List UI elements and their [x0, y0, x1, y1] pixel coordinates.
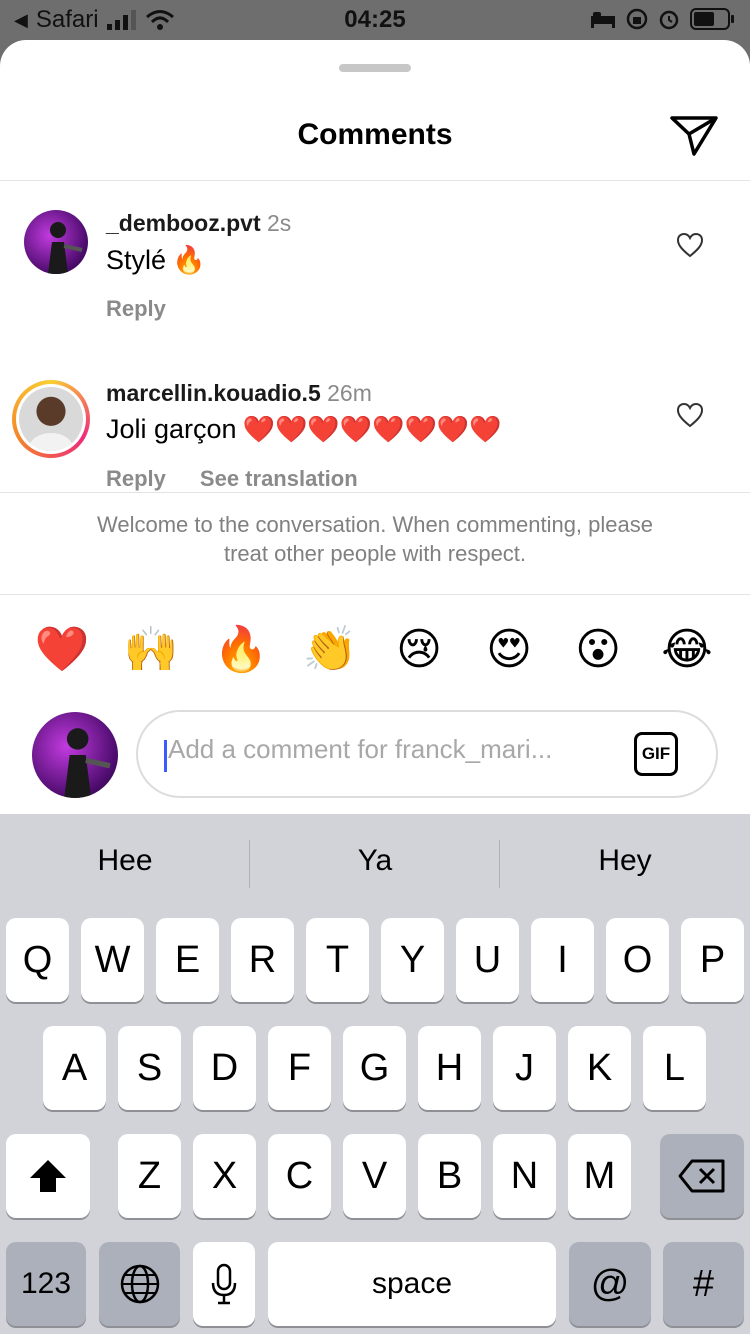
- globe-key[interactable]: [99, 1242, 180, 1326]
- composer-avatar: [32, 712, 118, 798]
- text-cursor: [164, 740, 167, 772]
- key-q[interactable]: Q: [6, 918, 69, 1002]
- avatar-photo: [19, 387, 83, 451]
- keyboard: Hee Ya Hey Q W E R T Y U I O P A S D F G…: [0, 814, 750, 1334]
- quick-emoji-laughing[interactable]: 😂: [657, 620, 717, 680]
- comment-actions: Reply: [106, 296, 166, 322]
- avatar[interactable]: [24, 210, 88, 274]
- orientation-lock-icon: [626, 8, 648, 30]
- quick-emoji-clap[interactable]: 👏: [300, 620, 360, 680]
- delete-key[interactable]: [660, 1134, 744, 1218]
- quick-emoji-heart-eyes[interactable]: 😍: [479, 620, 539, 680]
- welcome-message: Welcome to the conversation. When commen…: [97, 512, 653, 566]
- shift-icon: [30, 1160, 66, 1192]
- key-n[interactable]: N: [493, 1134, 556, 1218]
- quick-emoji-heart[interactable]: ❤️: [32, 620, 92, 680]
- key-c[interactable]: C: [268, 1134, 331, 1218]
- suggestion-item[interactable]: Ya: [250, 844, 500, 878]
- suggestion-item[interactable]: Hee: [0, 844, 250, 878]
- avatar-figure-icon: [48, 222, 83, 274]
- key-g[interactable]: G: [343, 1026, 406, 1110]
- key-i[interactable]: I: [531, 918, 594, 1002]
- key-t[interactable]: T: [306, 918, 369, 1002]
- comment-username[interactable]: marcellin.kouadio.5 26m: [106, 380, 372, 407]
- suggestion-item[interactable]: Hey: [500, 844, 750, 878]
- reply-button[interactable]: Reply: [106, 466, 166, 492]
- space-key[interactable]: space: [268, 1242, 556, 1326]
- sheet-title: Comments: [297, 118, 453, 151]
- welcome-divider: [0, 594, 750, 595]
- quick-emoji-fire[interactable]: 🔥: [211, 620, 271, 680]
- key-f[interactable]: F: [268, 1026, 331, 1110]
- comment-text: Joli garçon ❤️❤️❤️❤️❤️❤️❤️❤️: [106, 414, 502, 444]
- avatar-story-ring[interactable]: [12, 380, 90, 458]
- quick-emoji-raised-hands[interactable]: 🙌: [121, 620, 181, 680]
- status-bar: ◀ Safari 04:25: [0, 0, 750, 40]
- comment-item: _dembooz.pvt 2s Stylé 🔥 Reply: [0, 210, 750, 360]
- comment-time: 2s: [267, 210, 292, 236]
- alarm-icon: [659, 10, 679, 30]
- comment-text: Stylé 🔥: [106, 244, 206, 276]
- avatar-shirt: [29, 433, 73, 451]
- heart-icon[interactable]: [676, 232, 704, 258]
- key-k[interactable]: K: [568, 1026, 631, 1110]
- key-p[interactable]: P: [681, 918, 744, 1002]
- key-m[interactable]: M: [568, 1134, 631, 1218]
- microphone-icon: [211, 1263, 237, 1305]
- key-a[interactable]: A: [43, 1026, 106, 1110]
- share-icon[interactable]: [668, 112, 720, 160]
- key-u[interactable]: U: [456, 918, 519, 1002]
- key-v[interactable]: V: [343, 1134, 406, 1218]
- numbers-key[interactable]: 123: [6, 1242, 86, 1326]
- shift-key[interactable]: [6, 1134, 90, 1218]
- gif-button[interactable]: GIF: [634, 732, 678, 776]
- comment-actions: Reply See translation: [106, 466, 358, 492]
- key-y[interactable]: Y: [381, 918, 444, 1002]
- key-h[interactable]: H: [418, 1026, 481, 1110]
- avatar: [16, 384, 86, 454]
- key-l[interactable]: L: [643, 1026, 706, 1110]
- globe-icon: [120, 1264, 159, 1304]
- quick-emoji-row: ❤️ 🙌 🔥 👏 😢 😍 😮 😂: [0, 620, 750, 700]
- comment-emoji: 🔥: [172, 245, 206, 275]
- comment-emoji: ❤️❤️❤️❤️❤️❤️❤️❤️: [242, 414, 502, 444]
- comment-composer[interactable]: GIF: [136, 710, 718, 798]
- key-o[interactable]: O: [606, 918, 669, 1002]
- status-right: [590, 8, 736, 30]
- battery-icon: [690, 8, 734, 30]
- heart-icon[interactable]: [676, 402, 704, 428]
- quick-emoji-cry[interactable]: 😢: [389, 620, 449, 680]
- quick-emoji-surprised[interactable]: 😮: [568, 620, 628, 680]
- see-translation-button[interactable]: See translation: [200, 466, 358, 492]
- at-key[interactable]: @: [569, 1242, 651, 1326]
- hash-key[interactable]: #: [663, 1242, 744, 1326]
- avatar-figure-icon: [64, 728, 111, 798]
- key-z[interactable]: Z: [118, 1134, 181, 1218]
- header-divider: [0, 180, 750, 181]
- key-b[interactable]: B: [418, 1134, 481, 1218]
- key-j[interactable]: J: [493, 1026, 556, 1110]
- comment-username[interactable]: _dembooz.pvt 2s: [106, 210, 291, 237]
- comment-item: marcellin.kouadio.5 26m Joli garçon ❤️❤️…: [0, 378, 750, 498]
- comments-sheet: Comments _dembooz.pvt 2s Stylé 🔥 Reply m…: [0, 40, 750, 814]
- key-r[interactable]: R: [231, 918, 294, 1002]
- suggestion-bar: Hee Ya Hey: [0, 814, 750, 914]
- bed-icon: [591, 12, 615, 28]
- key-d[interactable]: D: [193, 1026, 256, 1110]
- comments-divider: [0, 492, 750, 493]
- comment-time: 26m: [327, 380, 372, 406]
- key-w[interactable]: W: [81, 918, 144, 1002]
- backspace-icon: [678, 1159, 725, 1193]
- sheet-grabber[interactable]: [339, 64, 411, 72]
- microphone-key[interactable]: [193, 1242, 255, 1326]
- key-x[interactable]: X: [193, 1134, 256, 1218]
- key-e[interactable]: E: [156, 918, 219, 1002]
- reply-button[interactable]: Reply: [106, 296, 166, 322]
- comment-input[interactable]: [168, 734, 598, 765]
- key-s[interactable]: S: [118, 1026, 181, 1110]
